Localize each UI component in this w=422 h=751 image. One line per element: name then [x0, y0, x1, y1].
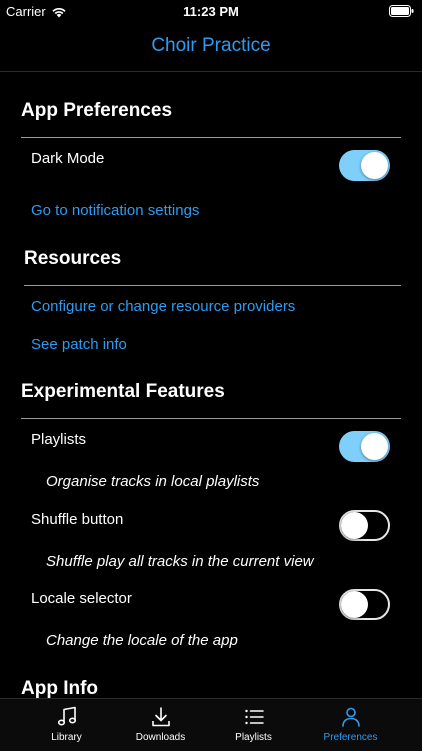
preferences-list[interactable]: App Preferences Dark Mode Go to notifica… — [0, 72, 422, 698]
battery-icon — [389, 5, 414, 17]
section-header-resources: Resources — [24, 245, 401, 286]
tab-playlists[interactable]: Playlists — [201, 699, 306, 751]
patch-info-link[interactable]: See patch info — [31, 336, 127, 353]
notification-settings-link[interactable]: Go to notification settings — [31, 202, 199, 219]
playlists-label: Playlists — [31, 431, 87, 448]
playlists-description: Organise tracks in local playlists — [46, 473, 260, 490]
section-header-experimental-features: Experimental Features — [21, 378, 401, 419]
list-icon — [244, 709, 264, 725]
toggle-knob — [341, 512, 368, 539]
section-header-app-preferences: App Preferences — [21, 97, 401, 138]
tab-downloads[interactable]: Downloads — [108, 699, 213, 751]
tab-library[interactable]: Library — [14, 699, 119, 751]
navigation-bar: Choir Practice — [0, 22, 422, 72]
tab-bar: Library Downloads Playlists Preferences — [0, 698, 422, 751]
shuffle-button-toggle[interactable] — [339, 510, 390, 541]
tab-downloads-label: Downloads — [135, 732, 186, 743]
tab-preferences-label: Preferences — [323, 732, 378, 743]
shuffle-button-label: Shuffle button — [31, 511, 124, 528]
tab-preferences[interactable]: Preferences — [298, 699, 403, 751]
locale-selector-label: Locale selector — [31, 590, 132, 607]
person-icon — [341, 707, 360, 727]
download-icon — [151, 707, 170, 727]
dark-mode-toggle[interactable] — [339, 150, 390, 181]
toggle-knob — [341, 591, 368, 618]
music-note-icon — [57, 706, 76, 726]
status-bar: Carrier 11:23 PM — [0, 0, 422, 22]
status-time: 11:23 PM — [183, 4, 239, 19]
section-header-app-info: App Info — [21, 675, 401, 698]
page-title: Choir Practice — [151, 35, 271, 56]
toggle-knob — [361, 152, 388, 179]
shuffle-description: Shuffle play all tracks in the current v… — [46, 553, 314, 570]
playlists-toggle[interactable] — [339, 431, 390, 462]
tab-library-label: Library — [51, 732, 82, 743]
dark-mode-label: Dark Mode — [31, 150, 105, 167]
toggle-knob — [361, 433, 388, 460]
locale-description: Change the locale of the app — [46, 632, 238, 649]
locale-selector-toggle[interactable] — [339, 589, 390, 620]
configure-resource-providers-link[interactable]: Configure or change resource providers — [31, 298, 295, 315]
tab-playlists-label: Playlists — [235, 732, 272, 743]
